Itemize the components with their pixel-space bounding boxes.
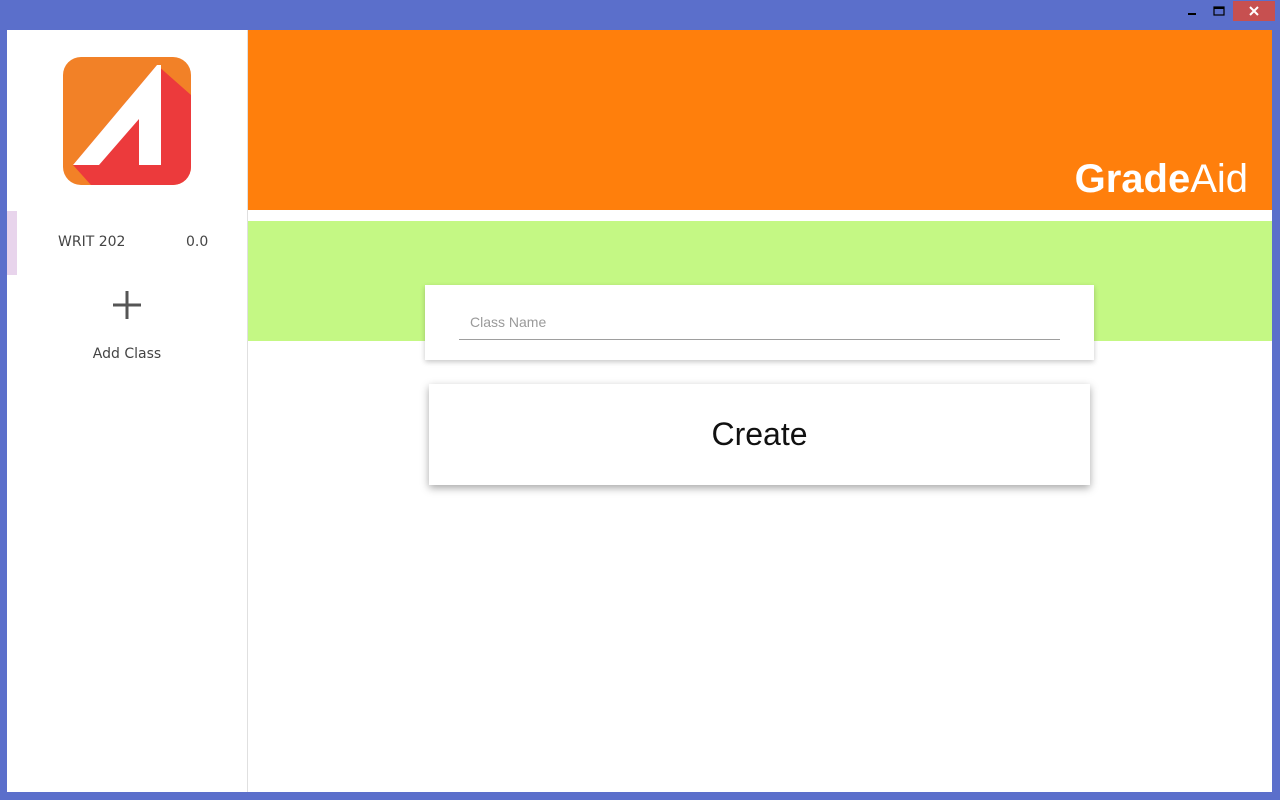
app-window: WRIT 202 0.0 Add Class GradeAid Create [0, 0, 1280, 800]
title-bar [0, 0, 1280, 30]
header-banner: GradeAid [248, 30, 1272, 210]
brand-title-bold: Grade [1074, 157, 1191, 201]
sidebar-class-item[interactable]: WRIT 202 0.0 [7, 211, 247, 275]
close-icon [1249, 6, 1259, 16]
brand-title-light: Aid [1190, 157, 1248, 201]
class-grade-label: 0.0 [186, 234, 209, 250]
maximize-button[interactable] [1207, 1, 1231, 21]
plus-icon [113, 291, 141, 319]
class-name-input[interactable] [459, 305, 1060, 340]
add-class-label: Add Class [92, 346, 162, 362]
selection-marker [7, 211, 17, 275]
maximize-icon [1213, 6, 1225, 16]
brand-title: GradeAid [1075, 157, 1248, 202]
class-name-card [425, 285, 1094, 360]
minimize-icon [1188, 13, 1196, 15]
close-button[interactable] [1233, 1, 1275, 21]
minimize-button[interactable] [1180, 1, 1204, 21]
class-name-label: WRIT 202 [58, 234, 126, 250]
create-button[interactable]: Create [429, 384, 1090, 485]
create-button-label: Create [711, 416, 808, 452]
main-panel: GradeAid Create [248, 30, 1272, 792]
gradeaid-logo [63, 57, 191, 185]
add-class-button[interactable]: Add Class [67, 288, 187, 368]
app-content: WRIT 202 0.0 Add Class GradeAid Create [7, 30, 1272, 792]
sidebar: WRIT 202 0.0 Add Class [7, 30, 248, 792]
